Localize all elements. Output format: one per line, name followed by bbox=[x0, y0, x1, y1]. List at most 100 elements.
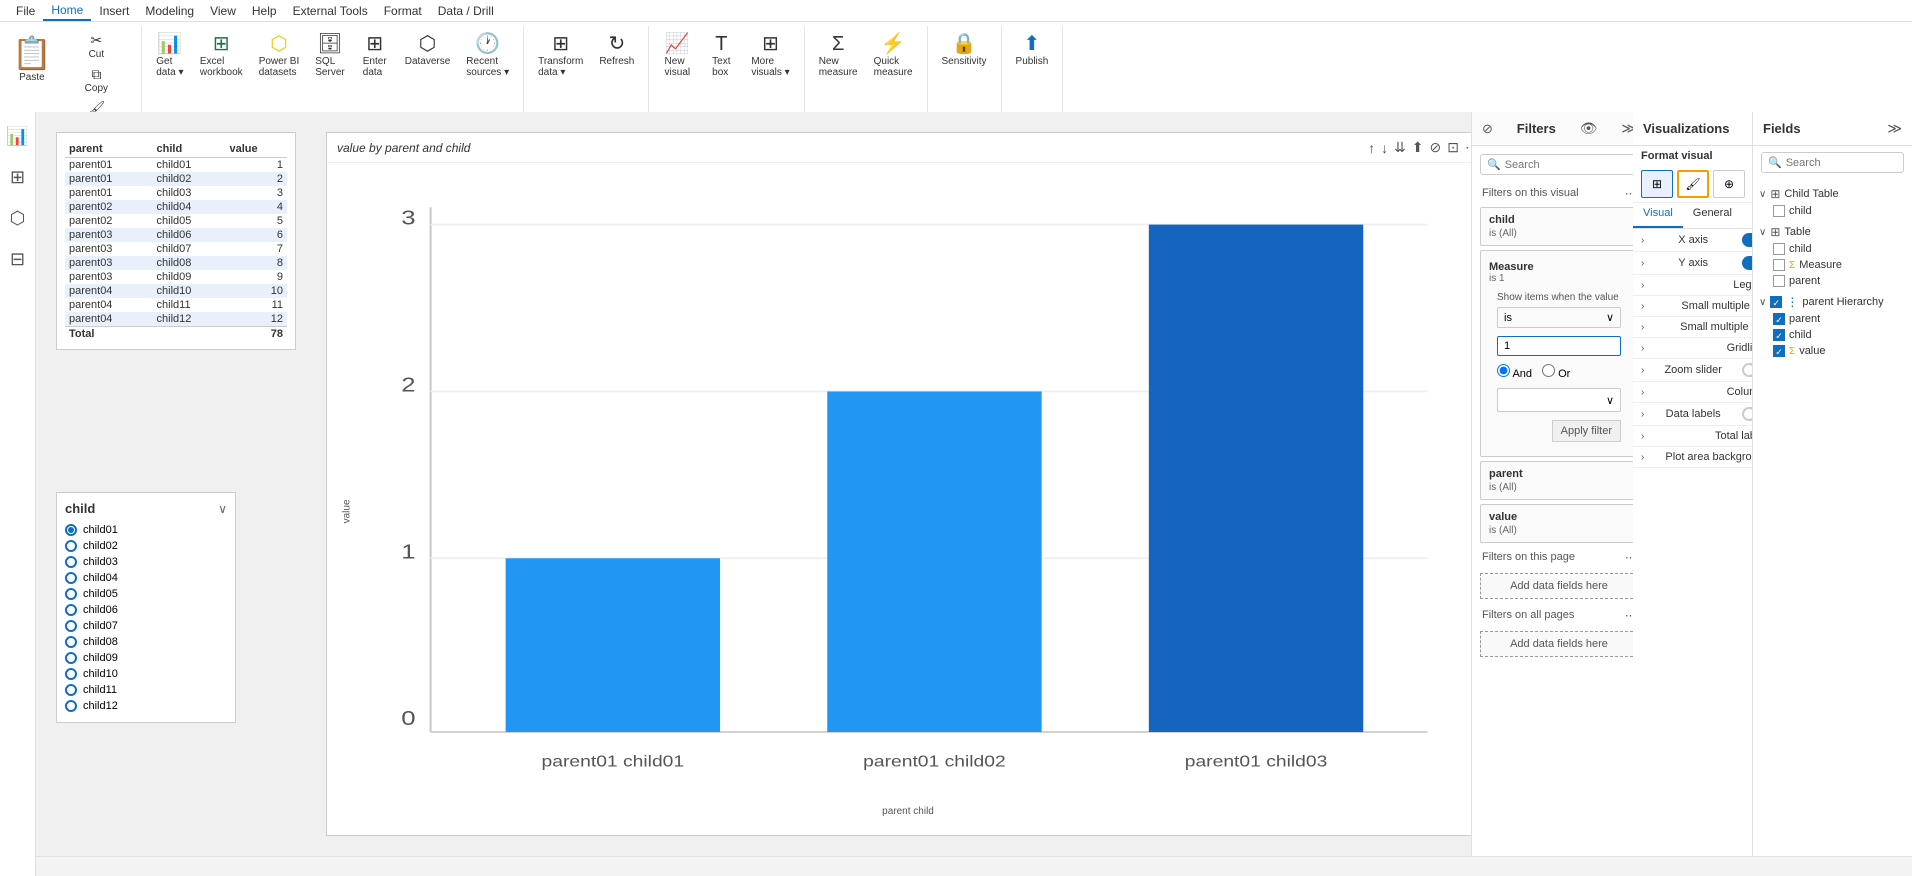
slicer-item[interactable]: child07 bbox=[65, 618, 227, 634]
copy-button[interactable]: ⧉ Copy bbox=[60, 64, 133, 96]
menu-external-tools[interactable]: External Tools bbox=[285, 2, 376, 20]
model-view-icon[interactable]: ⬡ bbox=[4, 202, 32, 235]
slicer-item[interactable]: child10 bbox=[65, 666, 227, 682]
dax-query-icon[interactable]: ⊟ bbox=[4, 243, 31, 276]
new-measure-button[interactable]: Σ Newmeasure bbox=[813, 30, 864, 82]
get-data-button[interactable]: 📊 Getdata ▾ bbox=[150, 30, 190, 82]
fields-item-table-parent[interactable]: parent bbox=[1753, 273, 1912, 289]
fields-item-table-measure[interactable]: Σ Measure bbox=[1753, 257, 1912, 273]
drill-down-icon[interactable]: ↓ bbox=[1381, 140, 1388, 156]
table-view-icon[interactable]: ⊞ bbox=[4, 161, 31, 194]
menu-view[interactable]: View bbox=[202, 2, 244, 20]
slicer-item-label: child11 bbox=[83, 684, 117, 696]
menu-data-drill[interactable]: Data / Drill bbox=[430, 2, 502, 20]
fields-item-child-table-child[interactable]: child bbox=[1753, 203, 1912, 219]
filter-or-radio[interactable] bbox=[1542, 364, 1555, 377]
slicer-item[interactable]: child02 bbox=[65, 538, 227, 554]
slicer-item[interactable]: child11 bbox=[65, 682, 227, 698]
new-visual-button[interactable]: 📈 Newvisual bbox=[657, 30, 697, 82]
slicer-radio-icon bbox=[65, 572, 77, 584]
filters-on-visual-label: Filters on this visual ⋯ bbox=[1472, 183, 1646, 203]
viz-format-paint-icon[interactable]: 🖌 bbox=[1677, 170, 1709, 198]
quick-measure-button[interactable]: ⚡ Quickmeasure bbox=[868, 30, 919, 82]
viz-tab-visual[interactable]: Visual bbox=[1633, 203, 1683, 228]
filter-and-radio[interactable] bbox=[1497, 364, 1510, 377]
cut-button[interactable]: ✂ Cut bbox=[60, 30, 133, 62]
fields-item-hierarchy-value[interactable]: Σ value bbox=[1753, 343, 1912, 359]
fields-search-input[interactable] bbox=[1786, 157, 1897, 169]
fields-item-hierarchy-parent[interactable]: parent bbox=[1753, 311, 1912, 327]
menu-help[interactable]: Help bbox=[244, 2, 285, 20]
filters-search-input[interactable] bbox=[1505, 159, 1631, 171]
filter-value-input[interactable] bbox=[1497, 336, 1621, 356]
recent-sources-label: Recentsources ▾ bbox=[466, 56, 509, 78]
filters-visibility-icon[interactable]: 👁 bbox=[1580, 120, 1598, 137]
publish-button[interactable]: ⬆ Publish bbox=[1010, 30, 1055, 71]
enter-data-button[interactable]: ⊞ Enterdata bbox=[355, 30, 395, 82]
slicer-item[interactable]: child05 bbox=[65, 586, 227, 602]
slicer-item[interactable]: child03 bbox=[65, 554, 227, 570]
fields-group-table-header[interactable]: ∨ ⊞ Table bbox=[1753, 223, 1912, 241]
filter-condition-dropdown[interactable]: is ∨ bbox=[1497, 307, 1621, 328]
filter-chart-icon[interactable]: ⊘ bbox=[1430, 139, 1442, 156]
table-group-label: Table bbox=[1784, 226, 1810, 238]
expand-all-icon[interactable]: ⬆ bbox=[1412, 139, 1424, 156]
refresh-button[interactable]: ↻ Refresh bbox=[593, 30, 640, 71]
text-box-icon: T bbox=[715, 34, 727, 54]
slicer-expand-icon[interactable]: ∨ bbox=[218, 502, 227, 516]
filter-child-sub: is (All) bbox=[1489, 228, 1629, 239]
cut-label: Cut bbox=[89, 49, 105, 60]
transform-icon: ⊞ bbox=[552, 34, 569, 54]
menu-modeling[interactable]: Modeling bbox=[137, 2, 202, 20]
filter-measure-sub: is 1 bbox=[1489, 273, 1629, 284]
report-view-icon[interactable]: 📊 bbox=[0, 120, 34, 153]
filter-or-label[interactable]: Or bbox=[1542, 364, 1570, 380]
add-all-filter-button[interactable]: Add data fields here bbox=[1480, 631, 1638, 657]
fields-item-table-child[interactable]: child bbox=[1753, 241, 1912, 257]
filter-empty-dropdown[interactable]: ∨ bbox=[1497, 388, 1621, 412]
slicer-item[interactable]: child12 bbox=[65, 698, 227, 714]
text-box-button[interactable]: T Textbox bbox=[701, 30, 741, 82]
dataverse-button[interactable]: ⬡ Dataverse bbox=[399, 30, 457, 71]
viz-tab-general[interactable]: General bbox=[1683, 203, 1742, 228]
menu-format[interactable]: Format bbox=[376, 2, 430, 20]
sql-server-button[interactable]: 🗄 SQLServer bbox=[309, 30, 350, 82]
fields-group-parent-hierarchy-header[interactable]: ∨ ⋮ parent Hierarchy bbox=[1753, 293, 1912, 311]
sensitivity-button[interactable]: 🔒 Sensitivity bbox=[936, 30, 993, 71]
apply-filter-button[interactable]: Apply filter bbox=[1552, 420, 1621, 442]
viz-format-table-icon[interactable]: ⊞ bbox=[1641, 170, 1673, 198]
fields-search-box[interactable]: 🔍 bbox=[1761, 152, 1904, 173]
fields-header: Fields ≫ bbox=[1753, 112, 1912, 146]
fields-item-hierarchy-child[interactable]: child bbox=[1753, 327, 1912, 343]
next-level-icon[interactable]: ⇊ bbox=[1394, 139, 1406, 156]
hierarchy-parent-checkbox bbox=[1773, 313, 1785, 325]
small-title-expand-icon: › bbox=[1641, 301, 1644, 312]
fields-group-child-table-header[interactable]: ∨ ⊞ Child Table bbox=[1753, 185, 1912, 203]
slicer-item[interactable]: child08 bbox=[65, 634, 227, 650]
drill-up-icon[interactable]: ↑ bbox=[1368, 140, 1375, 156]
recent-sources-button[interactable]: 🕐 Recentsources ▾ bbox=[460, 30, 515, 82]
paste-button[interactable]: 📋 Paste bbox=[8, 30, 56, 87]
add-page-filter-button[interactable]: Add data fields here bbox=[1480, 573, 1638, 599]
menu-file[interactable]: File bbox=[8, 2, 43, 20]
bar-chart-svg: 3 2 1 0 bbox=[377, 173, 1449, 775]
menu-insert[interactable]: Insert bbox=[91, 2, 137, 20]
slicer-item[interactable]: child09 bbox=[65, 650, 227, 666]
svg-text:2: 2 bbox=[401, 373, 415, 396]
menu-home[interactable]: Home bbox=[43, 1, 91, 21]
filter-and-label[interactable]: And bbox=[1497, 364, 1532, 380]
slicer-item[interactable]: child06 bbox=[65, 602, 227, 618]
fields-expand-icon[interactable]: ≫ bbox=[1887, 120, 1902, 137]
excel-workbook-button[interactable]: ⊞ Excelworkbook bbox=[194, 30, 249, 82]
slicer-item[interactable]: child01 bbox=[65, 522, 227, 538]
filters-search-box[interactable]: 🔍 bbox=[1480, 154, 1638, 175]
table-visual[interactable]: parent child value parent01child011paren… bbox=[56, 132, 296, 350]
power-bi-datasets-button[interactable]: ⬡ Power BIdatasets bbox=[253, 30, 306, 82]
focus-mode-icon[interactable]: ⊡ bbox=[1447, 139, 1459, 156]
dataverse-icon: ⬡ bbox=[419, 34, 436, 54]
slicer-item[interactable]: child04 bbox=[65, 570, 227, 586]
more-visuals-button[interactable]: ⊞ Morevisuals ▾ bbox=[745, 30, 795, 82]
transform-data-button[interactable]: ⊞ Transformdata ▾ bbox=[532, 30, 589, 82]
filter-measure-title: Measure bbox=[1489, 261, 1629, 273]
viz-format-analytic-icon[interactable]: ⊕ bbox=[1713, 170, 1745, 198]
